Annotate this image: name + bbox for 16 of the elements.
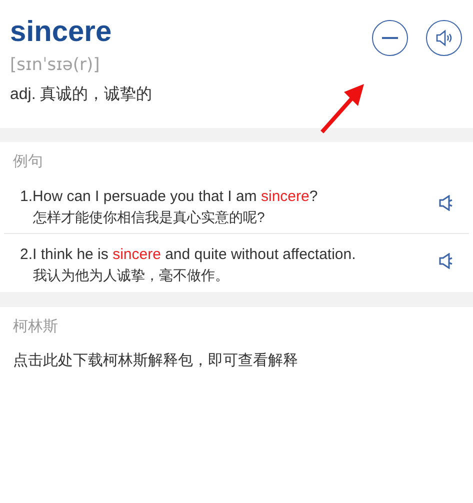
example-translation: 怎样才能使你相信我是真心实意的呢?	[32, 208, 266, 227]
speaker-icon	[435, 29, 453, 47]
phonetic: [sɪnˈsɪə(r)]	[10, 54, 101, 77]
example-sentence: 2.I think he is sincere and quite without affectation.	[20, 245, 357, 265]
section-title: 柯林斯	[13, 317, 59, 337]
minus-icon	[382, 37, 398, 39]
section-title: 例句	[12, 152, 44, 172]
example-sentence: 1.How can I persuade you that I am sincere?	[20, 187, 319, 207]
download-link[interactable]: 点击此处下载柯林斯解释包，即可查看解释	[13, 351, 460, 371]
minus-button[interactable]	[372, 20, 408, 56]
definition: adj. 真诚的，诚挚的	[10, 84, 154, 105]
speaker-icon[interactable]	[439, 253, 453, 269]
speaker-button[interactable]	[426, 20, 462, 56]
example-translation: 我认为他为人诚挚，毫不做作。	[32, 266, 230, 285]
headword: sincere	[10, 15, 112, 50]
speaker-icon[interactable]	[439, 195, 453, 211]
